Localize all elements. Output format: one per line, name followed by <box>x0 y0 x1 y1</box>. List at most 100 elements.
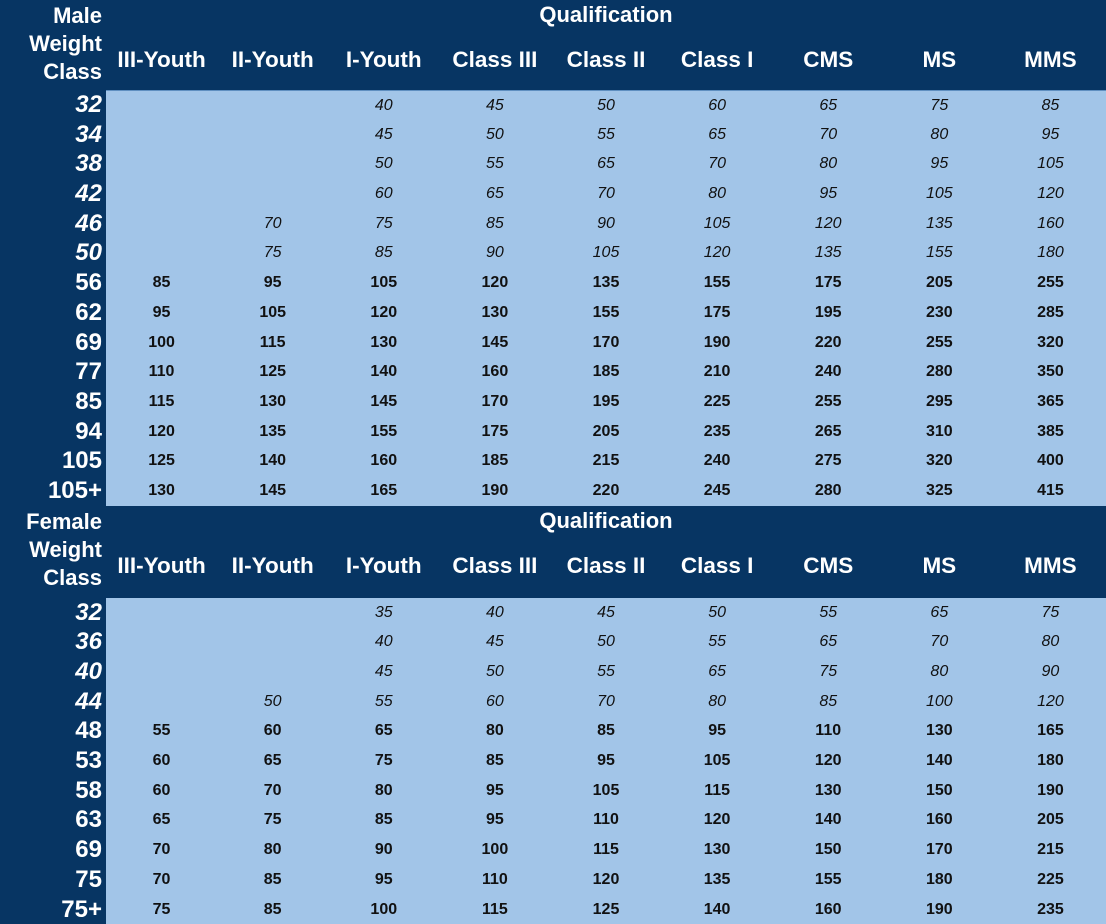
table-row: 34 45 50 55 65 70 80 95 <box>0 119 1106 150</box>
value-cell: 140 <box>703 900 731 918</box>
value-cell: 100 <box>370 900 398 918</box>
value-cell: 130 <box>370 333 398 351</box>
value-cells: 60 70 80 95 105 115 130 150 190 <box>106 775 1106 806</box>
male-table-header: Male Weight Class Qualification III-Yout… <box>0 0 1106 90</box>
value-cell: 140 <box>925 752 953 770</box>
table-row: 85 115 130 145 170 195 225 255 295 365 <box>0 386 1106 417</box>
value-cell: 225 <box>1037 870 1064 888</box>
value-cell: 135 <box>814 244 842 262</box>
value-cell: 65 <box>597 155 615 173</box>
value-cell: 130 <box>703 841 731 859</box>
female-table-header: Female Weight Class Qualification III-Yo… <box>0 505 1106 598</box>
value-cell: 85 <box>374 244 393 262</box>
value-cells: 70 80 90 100 115 130 150 170 215 <box>106 835 1106 865</box>
value-cell: 90 <box>597 214 615 232</box>
column-header: II-Youth <box>231 552 314 578</box>
value-cell: 80 <box>374 781 393 799</box>
value-cell <box>217 91 328 120</box>
column-header: I-Youth <box>345 47 422 72</box>
value-cell: 235 <box>1037 900 1064 918</box>
value-cell: 215 <box>1037 841 1064 859</box>
value-cell: 285 <box>1037 303 1064 321</box>
weight-class-cell: 36 <box>0 627 106 657</box>
value-cells: 70 75 85 90 105 120 135 160 <box>106 208 1106 239</box>
value-cell: 50 <box>485 663 504 680</box>
column-header: III-Youth <box>117 47 206 72</box>
table-row: 58 60 70 80 95 105 115 130 150 190 <box>0 775 1106 806</box>
table-row: 62 95 105 120 130 155 175 195 230 285 <box>0 297 1106 328</box>
value-cells: 100 115 130 145 170 190 220 255 320 <box>106 327 1106 358</box>
value-cell: 145 <box>259 481 287 499</box>
value-cell: 125 <box>148 452 175 470</box>
table-row: 56 85 95 105 120 135 155 175 205 255 <box>0 268 1106 298</box>
value-cell <box>106 120 217 150</box>
value-cell: 190 <box>1037 781 1064 799</box>
weight-class-cell: 44 <box>0 686 106 717</box>
value-cell: 80 <box>1041 633 1060 651</box>
column-header: Class III <box>452 552 538 578</box>
value-cell: 40 <box>485 603 504 621</box>
weight-class-cell: 34 <box>0 119 106 150</box>
value-cell: 50 <box>708 603 726 621</box>
value-cell: 65 <box>263 752 282 770</box>
value-cell: 65 <box>485 185 504 203</box>
value-cell: 85 <box>263 900 282 918</box>
value-cell: 140 <box>370 363 398 381</box>
value-cell: 125 <box>259 363 287 381</box>
value-cell: 80 <box>930 663 949 680</box>
value-cell: 105 <box>703 752 731 770</box>
table-row: 77 110 125 140 160 185 210 240 280 350 <box>0 357 1106 387</box>
value-cell: 255 <box>814 392 842 410</box>
value-cell <box>106 179 217 209</box>
value-cell: 75 <box>374 214 393 232</box>
value-cell: 120 <box>703 811 731 829</box>
value-cell: 280 <box>814 481 842 499</box>
value-cell: 195 <box>592 392 620 410</box>
value-cell: 135 <box>925 214 953 232</box>
value-cell <box>217 657 328 687</box>
value-cell: 255 <box>925 333 953 351</box>
value-cell: 205 <box>925 274 953 292</box>
weight-class-cell: 32 <box>0 597 106 628</box>
value-cell: 105 <box>370 274 398 292</box>
value-cell: 320 <box>925 452 953 470</box>
value-cell: 60 <box>263 722 282 740</box>
column-header: MS <box>922 47 957 72</box>
value-cell: 95 <box>1041 125 1060 143</box>
value-cell: 95 <box>485 781 504 799</box>
value-cell: 65 <box>930 603 949 621</box>
value-cell: 150 <box>814 841 842 859</box>
value-cell: 140 <box>814 811 842 829</box>
value-cell: 220 <box>814 333 842 351</box>
value-cell: 65 <box>708 125 726 143</box>
value-cell: 110 <box>815 722 842 740</box>
table-row: 32 35 40 45 50 55 65 75 <box>0 597 1106 628</box>
value-cells: 55 60 65 80 85 95 110 130 165 <box>106 716 1106 747</box>
value-cell: 55 <box>819 603 838 621</box>
value-cells: 45 50 55 65 75 80 90 <box>106 657 1106 687</box>
value-cell: 120 <box>703 244 731 262</box>
value-cell: 160 <box>370 452 398 470</box>
value-cell: 80 <box>819 155 838 173</box>
value-cells: 130 145 165 190 220 245 280 325 415 <box>106 475 1106 506</box>
column-header: III-Youth <box>117 552 206 578</box>
male-table-body: 32 40 45 50 60 65 75 85 34 45 50 55 65 70 80 95 38 50 55 65… <box>0 90 1106 506</box>
value-cells: 40 45 50 55 65 70 80 <box>106 627 1106 657</box>
column-header: Class I <box>680 552 754 578</box>
value-cell: 60 <box>152 781 171 799</box>
value-cell: 60 <box>485 692 504 710</box>
column-header: Class II <box>566 552 646 578</box>
value-cell: 180 <box>1037 752 1064 770</box>
value-cell: 195 <box>814 303 842 321</box>
value-cell: 60 <box>708 97 726 114</box>
value-cell: 115 <box>593 841 619 859</box>
value-cell: 110 <box>148 363 175 381</box>
value-cell: 115 <box>481 900 508 918</box>
value-cell: 90 <box>374 841 393 859</box>
value-cell: 120 <box>1037 692 1064 710</box>
value-cell: 50 <box>597 97 615 114</box>
male-qualification-title: Qualification <box>539 2 673 27</box>
value-cell: 230 <box>925 303 953 321</box>
value-cell: 95 <box>263 274 282 292</box>
value-cell: 75 <box>819 663 838 680</box>
